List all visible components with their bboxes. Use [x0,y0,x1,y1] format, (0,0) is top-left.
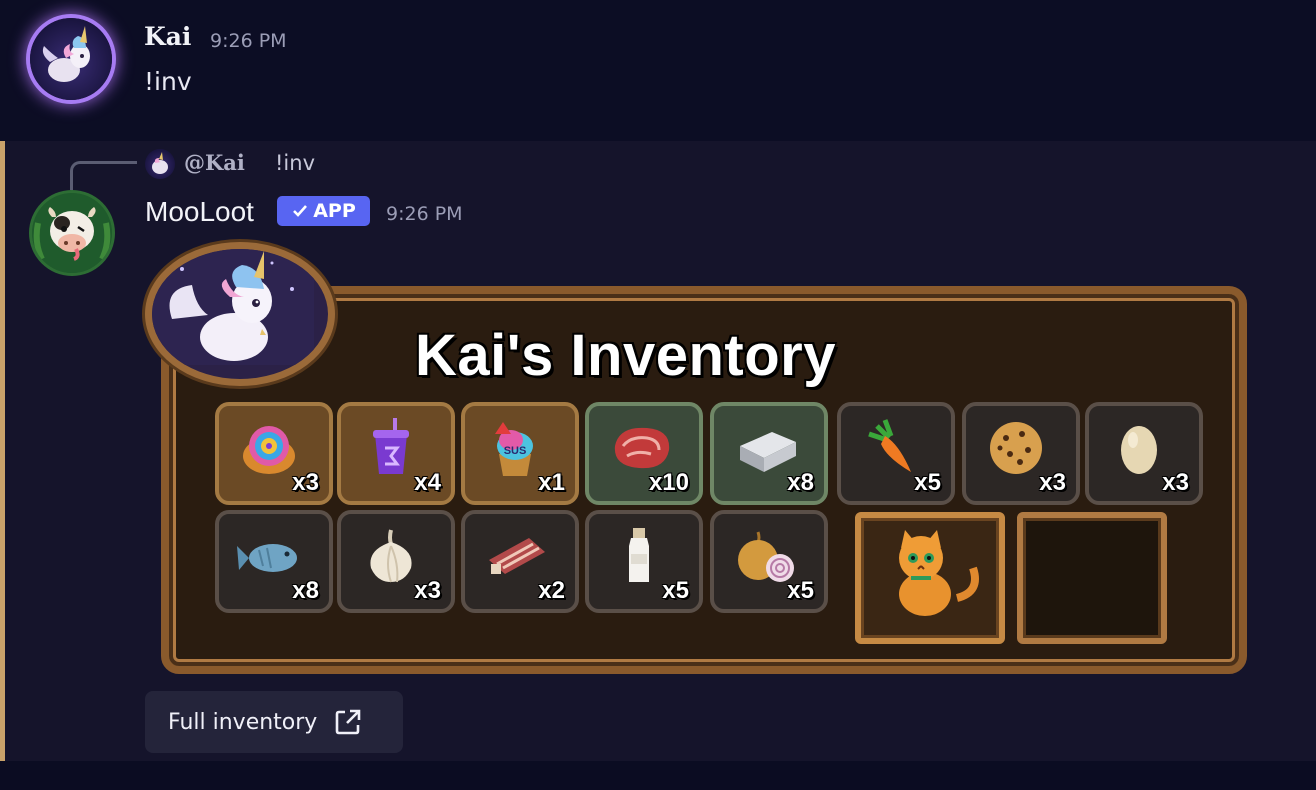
reply-avatar[interactable] [145,149,175,179]
item-qty: x4 [414,469,441,496]
unicorn-icon [152,152,168,174]
item-qty: x10 [648,469,689,496]
full-inventory-label: Full inventory [168,709,318,735]
item-qty: x3 [414,577,441,604]
message-text: !inv [144,67,192,96]
external-link-icon [336,709,361,735]
inventory-title: Kai's Inventory [415,323,836,388]
kai-avatar[interactable] [30,18,112,100]
pet-slot-empty [1017,512,1167,644]
app-badge-label: APP [313,200,356,222]
reply-connector [70,161,137,190]
bot-timestamp: 9:26 PM [386,203,463,225]
item-qty: x5 [914,469,941,496]
item-slot-iron-ingot: x8 [710,402,828,505]
item-slot-fish: x8 [215,510,333,613]
item-slot-onion: x5 [710,510,828,613]
item-qty: x3 [1162,469,1189,496]
item-qty: x5 [787,577,814,604]
reply-author[interactable]: @Kai [184,150,245,175]
timestamp: 9:26 PM [210,30,287,52]
item-qty: x5 [662,577,689,604]
unicorn-icon [42,26,90,82]
item-slot-rainbow-bun: x3 [215,402,333,505]
inventory-card-image[interactable]: Kai's Inventory x3 x4 SUS x1 x10 x8 x5 x… [145,240,1247,675]
item-slot-garlic: x3 [337,510,455,613]
item-slot-milk-bottle: x5 [585,510,703,613]
check-icon [293,205,308,217]
item-slot-cookie: x3 [962,402,1080,505]
cow-icon [32,193,112,273]
svg-text:SUS: SUS [504,445,527,457]
bottom-strip [0,761,1316,790]
item-qty: x8 [787,469,814,496]
item-qty: x3 [292,469,319,496]
mooloot-avatar[interactable] [32,193,112,273]
author-name[interactable]: Kai [144,22,191,51]
unicorn-icon [152,249,314,365]
item-slot-raw-ribs: x2 [461,510,579,613]
item-slot-carrot: x5 [837,402,955,505]
item-qty: x8 [292,577,319,604]
item-qty: x2 [538,577,565,604]
full-inventory-button[interactable]: Full inventory [145,691,403,753]
item-slot-egg: x3 [1085,402,1203,505]
item-slot-purple-drink: x4 [337,402,455,505]
reply-preview-text[interactable]: !inv [275,151,315,175]
message-kai [0,0,1316,140]
item-slot-raw-steak: x10 [585,402,703,505]
mention-highlight-bar [0,141,5,761]
item-qty: x3 [1039,469,1066,496]
cat-icon [899,530,979,616]
item-qty: x1 [538,469,565,496]
app-badge: APP [277,196,370,226]
bot-author-name[interactable]: MooLoot [145,196,254,228]
pet-slot-cat [855,512,1005,644]
item-slot-sus-cupcake: SUS x1 [461,402,579,505]
profile-portrait [145,242,335,386]
